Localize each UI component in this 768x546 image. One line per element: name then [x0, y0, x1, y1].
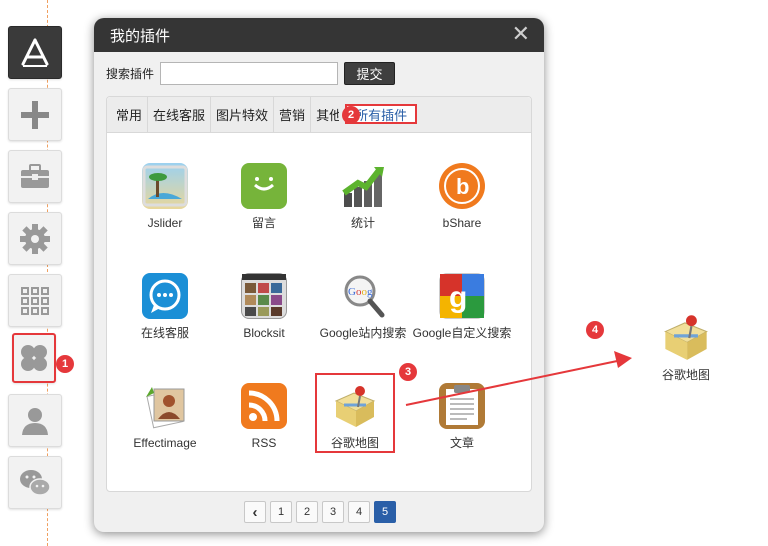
effect-image-icon: [142, 383, 188, 429]
page-button[interactable]: 2: [296, 501, 318, 523]
chat-bubble-icon: [142, 273, 188, 319]
plugin-item[interactable]: 文章: [412, 383, 512, 451]
plugin-item[interactable]: g Google自定义搜索: [412, 273, 512, 341]
plugin-item-highlighted[interactable]: 谷歌地图: [315, 373, 395, 453]
toolbar-settings-button[interactable]: [8, 212, 62, 265]
plugin-label: Blocksit: [243, 326, 285, 340]
article-clipboard-icon: [439, 383, 485, 429]
tab-marketing[interactable]: 营销: [274, 96, 312, 132]
plugin-item[interactable]: 留言: [214, 163, 314, 231]
tab-common[interactable]: 常用: [111, 96, 149, 132]
toolbar-apps-button[interactable]: [8, 274, 62, 327]
plugin-item[interactable]: RSS: [214, 383, 314, 451]
step-badge-2: 2: [342, 106, 360, 124]
wechat-icon: [20, 469, 51, 496]
plugin-label: Google自定义搜索: [412, 326, 512, 340]
stats-chart-icon: [340, 163, 386, 209]
search-label: 搜索插件: [106, 67, 155, 81]
toolbar-app-store-button[interactable]: [8, 26, 62, 79]
pagination: ‹ 1 2 3 4 5: [244, 501, 400, 523]
plugin-item[interactable]: Effectimage: [115, 383, 215, 451]
dragged-plugin-label: 谷歌地图: [661, 368, 710, 382]
toolbar-toolbox-button[interactable]: [8, 150, 62, 203]
image-slider-icon: [142, 163, 188, 209]
map-pin-icon: [661, 312, 711, 362]
bshare-icon: b: [439, 163, 485, 209]
svg-text:Goog: Goog: [348, 286, 373, 298]
close-icon[interactable]: ✕: [512, 23, 530, 45]
submit-button[interactable]: 提交: [344, 62, 396, 85]
plugin-label: Google站内搜索: [319, 326, 407, 340]
plugin-label: 统计: [350, 216, 375, 230]
plugin-panel: 常用 在线客服 图片特效 营销 其他 所有插件 Jslider 留言 统计 b …: [106, 96, 532, 492]
dragged-plugin[interactable]: 谷歌地图: [650, 312, 722, 383]
svg-text:b: b: [456, 174, 469, 199]
user-icon: [22, 407, 48, 435]
plugins-icon: [21, 345, 47, 371]
page-button[interactable]: 3: [322, 501, 344, 523]
toolbar-wechat-button[interactable]: [8, 456, 62, 509]
plugin-label: bShare: [442, 216, 482, 230]
dialog-title: 我的插件: [110, 27, 171, 45]
dialog-header: 我的插件 ✕: [94, 18, 544, 52]
plugin-label: 留言: [251, 216, 276, 230]
plugin-item[interactable]: b bShare: [412, 163, 512, 231]
svg-text:g: g: [449, 281, 467, 314]
toolbar-add-button[interactable]: [8, 88, 62, 141]
tab-online-service[interactable]: 在线客服: [148, 96, 212, 132]
step-badge-4: 4: [586, 321, 604, 339]
plugin-label: 在线客服: [140, 326, 189, 340]
plugin-label: Jslider: [147, 216, 183, 230]
map-pin-icon: [332, 383, 378, 429]
stage: 1 我的插件 ✕ 搜索插件 提交 常用 在线客服 图片特效 营销 其他 所有插件: [0, 0, 768, 546]
page-button-current[interactable]: 5: [374, 501, 396, 523]
google-custom-icon: g: [439, 273, 485, 319]
tab-image-effects[interactable]: 图片特效: [211, 96, 275, 132]
plugin-item[interactable]: 统计: [313, 163, 413, 231]
add-icon: [21, 100, 49, 129]
plugin-label: Effectimage: [133, 436, 197, 450]
prev-page-button[interactable]: ‹: [244, 501, 266, 523]
message-bubble-icon: [241, 163, 287, 209]
apps-grid-icon: [21, 286, 49, 315]
plugin-label: RSS: [251, 436, 277, 450]
page-button[interactable]: 4: [348, 501, 370, 523]
plugin-item[interactable]: Blocksit: [214, 273, 314, 341]
plugin-label: 文章: [449, 436, 474, 450]
google-search-icon: Goog: [340, 273, 386, 319]
step-badge-3: 3: [399, 363, 417, 381]
app-store-icon: [21, 38, 49, 67]
plugin-item[interactable]: 在线客服: [115, 273, 215, 341]
tab-other[interactable]: 其他: [311, 96, 339, 132]
photo-grid-icon: [241, 273, 287, 319]
plugin-item[interactable]: Goog Google站内搜索: [313, 273, 413, 341]
search-input[interactable]: [160, 62, 339, 85]
rss-icon: [241, 383, 287, 429]
plugin-item[interactable]: Jslider: [115, 163, 215, 231]
toolbox-icon: [21, 163, 49, 188]
plugin-label: 谷歌地图: [330, 436, 379, 450]
gear-icon: [20, 223, 50, 254]
step-badge-1: 1: [56, 355, 74, 373]
search-row: 搜索插件 提交: [106, 62, 396, 85]
page-button[interactable]: 1: [270, 501, 292, 523]
toolbar-plugins-button[interactable]: [12, 333, 56, 383]
plugins-dialog: 我的插件 ✕ 搜索插件 提交 常用 在线客服 图片特效 营销 其他 所有插件 J…: [94, 18, 544, 532]
tab-bar: 常用 在线客服 图片特效 营销 其他 所有插件: [107, 96, 531, 133]
toolbar-user-button[interactable]: [8, 394, 62, 447]
